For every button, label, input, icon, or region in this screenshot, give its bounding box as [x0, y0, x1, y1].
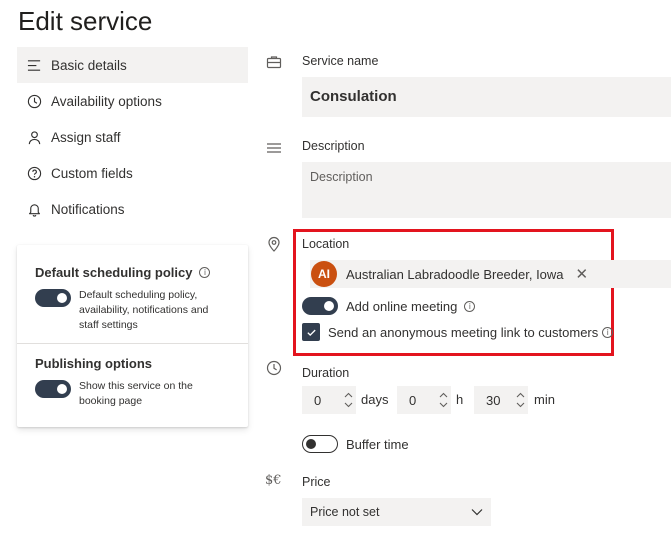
nav-item-label: Assign staff	[51, 129, 121, 145]
minutes-value: 30	[486, 392, 501, 408]
text-lines-icon	[266, 140, 284, 158]
anonymous-link-checkbox[interactable]	[302, 323, 320, 341]
price-label: Price	[302, 475, 331, 489]
bell-icon	[25, 200, 43, 218]
nav-item-notifications[interactable]: Notifications	[17, 191, 248, 227]
description-label: Description	[302, 139, 365, 153]
chevron-down-icon[interactable]	[439, 402, 448, 408]
days-stepper[interactable]: 0	[302, 386, 356, 414]
publishing-toggle[interactable]	[35, 380, 71, 398]
chevron-up-icon[interactable]	[344, 392, 353, 398]
buffer-time-toggle[interactable]	[302, 435, 338, 453]
default-policy-toggle[interactable]	[35, 289, 71, 307]
chevron-down-icon	[471, 509, 483, 516]
chevron-down-icon[interactable]	[344, 402, 353, 408]
service-name-label: Service name	[302, 54, 379, 68]
nav-item-availability-options[interactable]: Availability options	[17, 83, 248, 119]
location-label: Location	[302, 237, 350, 251]
default-policy-title: Default scheduling policy i	[35, 265, 230, 280]
hours-value: 0	[409, 392, 417, 408]
nav-item-label: Basic details	[51, 57, 127, 73]
duration-label: Duration	[302, 366, 350, 380]
clock-icon	[266, 360, 284, 378]
hours-stepper[interactable]: 0	[397, 386, 451, 414]
nav-item-custom-fields[interactable]: Custom fields	[17, 155, 248, 191]
info-icon[interactable]: i	[199, 267, 211, 278]
location-pin-icon	[266, 236, 284, 254]
description-input[interactable]: Description	[302, 162, 671, 218]
default-policy-section: Default scheduling policy i Default sche…	[17, 245, 248, 344]
default-policy-title-text: Default scheduling policy	[35, 265, 193, 280]
publishing-title: Publishing options	[35, 356, 152, 371]
location-chip[interactable]: AI Australian Labradoodle Breeder, Iowa …	[310, 260, 671, 288]
chevron-up-icon[interactable]	[439, 392, 448, 398]
default-policy-description: Default scheduling policy, availability,…	[79, 289, 209, 331]
close-icon[interactable]: ✕	[576, 265, 589, 283]
buffer-time-label: Buffer time	[346, 436, 409, 452]
publishing-description: Show this service on the booking page	[79, 380, 193, 407]
minutes-unit: min	[534, 392, 555, 407]
anonymous-link-label: Send an anonymous meeting link to custom…	[328, 324, 599, 340]
hours-unit: h	[456, 392, 464, 407]
currency-icon: $€	[265, 473, 282, 488]
page-title: Edit service	[18, 6, 153, 36]
person-icon	[25, 128, 43, 146]
nav-item-basic-details[interactable]: Basic details	[17, 47, 248, 83]
question-circle-icon	[25, 164, 43, 182]
buffer-time-row: Buffer time	[302, 435, 409, 453]
chevron-up-icon[interactable]	[516, 392, 525, 398]
online-meeting-toggle[interactable]	[302, 297, 338, 315]
anonymous-link-row: Send an anonymous meeting link to custom…	[302, 323, 614, 341]
minutes-stepper[interactable]: 30	[474, 386, 528, 414]
info-icon[interactable]: i	[602, 326, 614, 338]
nav-item-label: Custom fields	[51, 165, 133, 181]
chevron-down-icon[interactable]	[516, 402, 525, 408]
info-icon[interactable]: i	[464, 300, 476, 312]
nav-item-label: Availability options	[51, 93, 162, 109]
days-value: 0	[314, 392, 322, 408]
clock-icon	[25, 92, 43, 110]
nav-item-label: Notifications	[51, 201, 125, 217]
briefcase-icon	[266, 54, 284, 72]
price-selected-value: Price not set	[310, 505, 380, 519]
policy-card: Default scheduling policy i Default sche…	[17, 245, 248, 427]
price-dropdown[interactable]: Price not set	[302, 498, 491, 526]
settings-nav: Basic details Availability options Assig…	[17, 47, 248, 227]
days-unit: days	[361, 392, 389, 407]
online-meeting-row: Add online meeting i	[302, 297, 476, 315]
location-chip-text: Australian Labradoodle Breeder, Iowa	[346, 266, 564, 282]
service-name-input[interactable]: Consulation	[302, 77, 671, 117]
menu-lines-icon	[25, 56, 43, 74]
nav-item-assign-staff[interactable]: Assign staff	[17, 119, 248, 155]
publishing-section: Publishing options Show this service on …	[17, 344, 248, 409]
avatar: AI	[311, 261, 337, 287]
online-meeting-label: Add online meeting	[346, 298, 458, 314]
